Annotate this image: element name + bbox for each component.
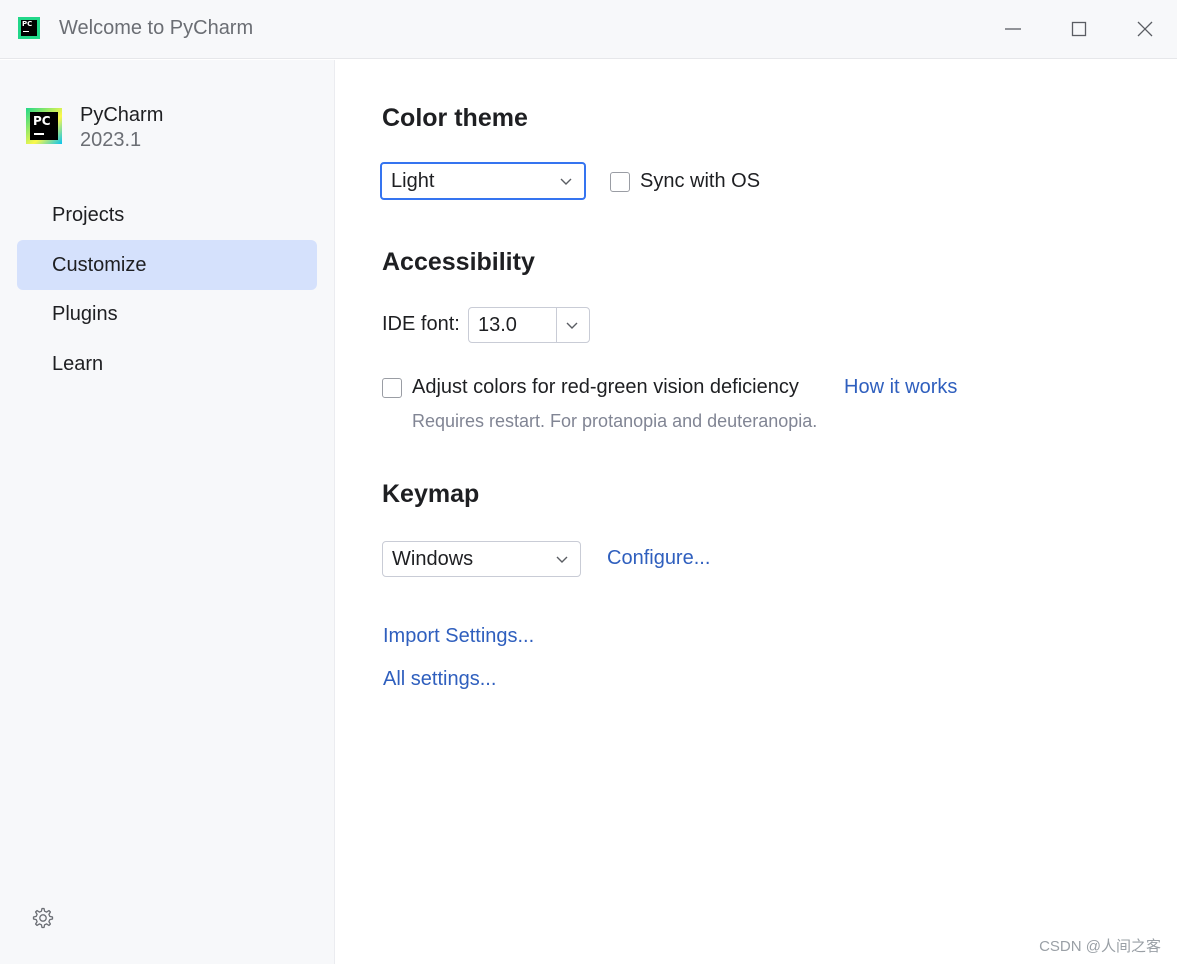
gear-icon[interactable] [30, 905, 56, 931]
pycharm-app-icon: PC [18, 17, 40, 39]
sidebar-item-learn[interactable]: Learn [17, 339, 317, 389]
keymap-dropdown[interactable]: Windows [382, 541, 581, 577]
pycharm-logo: PC [26, 108, 62, 144]
ide-font-label: IDE font: [382, 313, 460, 335]
color-deficiency-checkbox[interactable] [382, 378, 402, 398]
combobox-separator [556, 308, 557, 342]
configure-keymap-link[interactable]: Configure... [607, 547, 710, 570]
ide-font-value[interactable]: 13.0 [478, 308, 517, 342]
close-button[interactable] [1130, 14, 1160, 44]
color-deficiency-label[interactable]: Adjust colors for red-green vision defic… [412, 376, 799, 399]
sidebar-item-projects[interactable]: Projects [17, 190, 317, 240]
maximize-button[interactable] [1064, 14, 1094, 44]
minimize-icon [1005, 28, 1021, 30]
chevron-down-icon [566, 322, 578, 329]
how-it-works-link[interactable]: How it works [844, 376, 957, 399]
product-name: PyCharm [80, 104, 164, 126]
product-version: 2023.1 [80, 129, 142, 151]
import-settings-link[interactable]: Import Settings... [383, 625, 534, 648]
close-icon [1137, 21, 1153, 37]
restart-hint: Requires restart. For protanopia and deu… [412, 411, 818, 431]
sidebar-item-plugins[interactable]: Plugins [17, 289, 317, 339]
color-theme-title: Color theme [382, 104, 528, 132]
color-theme-dropdown[interactable]: Light [380, 162, 586, 200]
sidebar: PC PyCharm 2023.1 Projects Customize Plu… [0, 60, 335, 964]
minimize-button[interactable] [998, 14, 1028, 44]
sync-with-os-label[interactable]: Sync with OS [640, 170, 760, 193]
keymap-title: Keymap [382, 480, 480, 508]
chevron-down-icon [560, 178, 572, 185]
chevron-down-icon [556, 556, 568, 563]
all-settings-link[interactable]: All settings... [383, 668, 496, 691]
ide-font-combobox[interactable]: 13.0 [468, 307, 590, 343]
title-bar: PC Welcome to PyCharm [0, 0, 1177, 59]
keymap-value: Windows [392, 548, 474, 570]
accessibility-title: Accessibility [382, 248, 535, 276]
maximize-icon [1071, 21, 1087, 37]
customize-panel: Color theme Light Sync with OS Accessibi… [336, 60, 1177, 964]
sidebar-item-customize[interactable]: Customize [17, 240, 317, 290]
color-theme-value: Light [391, 170, 435, 192]
watermark: CSDN @人间之客 [1039, 938, 1161, 955]
sync-with-os-checkbox[interactable] [610, 172, 630, 192]
window-title: Welcome to PyCharm [59, 17, 254, 39]
